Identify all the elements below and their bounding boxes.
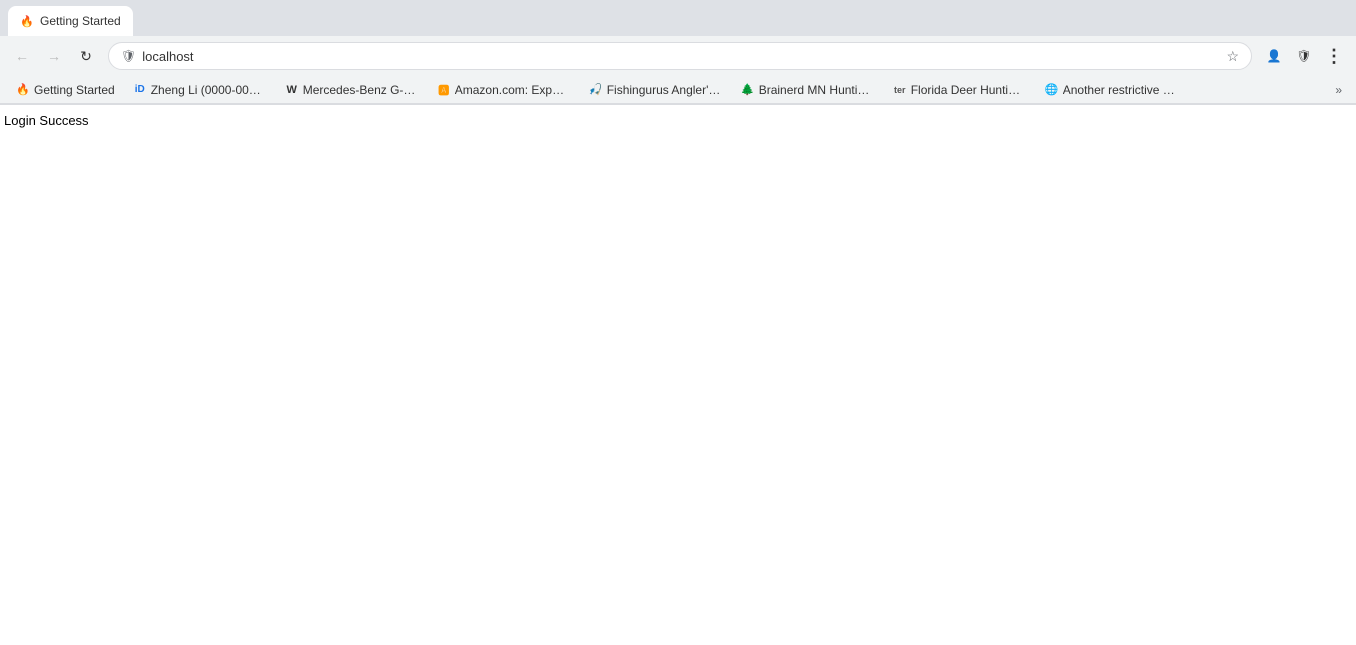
bookmark-label-1: Zheng Li (0000-0002-3... bbox=[151, 83, 267, 97]
menu-button[interactable]: ⋮ bbox=[1320, 42, 1348, 70]
address-bar[interactable]: 🛡 localhost ☆ bbox=[108, 42, 1252, 70]
page-content: Login Success bbox=[0, 105, 1356, 645]
address-text: localhost bbox=[142, 49, 1220, 64]
bookmark-florida-deer[interactable]: ter Florida Deer Hunting S... bbox=[885, 81, 1035, 99]
bookmark-another[interactable]: 🌐 Another restrictive dee... bbox=[1037, 81, 1187, 99]
tab-label: Getting Started bbox=[40, 14, 121, 28]
bookmark-fishingurus[interactable]: 🎣 Fishingurus Angler's l... bbox=[581, 81, 731, 99]
star-icon: ☆ bbox=[1226, 48, 1239, 65]
more-bookmarks-button[interactable]: » bbox=[1329, 81, 1348, 99]
toolbar-right: 👤 🛡 ⋮ bbox=[1260, 42, 1348, 70]
bookmark-amazon[interactable]: 🅰 Amazon.com: ExpertP... bbox=[429, 81, 579, 99]
extension-button[interactable]: 🛡 bbox=[1290, 42, 1318, 70]
active-tab[interactable]: 🔥 Getting Started bbox=[8, 6, 133, 36]
forward-button[interactable]: → bbox=[40, 42, 68, 70]
profile-button[interactable]: 👤 bbox=[1260, 42, 1288, 70]
bookmark-favicon-6: ter bbox=[893, 83, 907, 97]
bookmark-mercedes[interactable]: W Mercedes-Benz G-Clas... bbox=[277, 81, 427, 99]
bookmark-getting-started[interactable]: 🔥 Getting Started bbox=[8, 81, 123, 99]
bookmark-brainerd[interactable]: 🌲 Brainerd MN Hunting ... bbox=[733, 81, 883, 99]
reload-button[interactable]: ↻ bbox=[72, 42, 100, 70]
bookmark-label-0: Getting Started bbox=[34, 83, 115, 97]
back-button[interactable]: ← bbox=[8, 42, 36, 70]
bookmark-favicon-5: 🌲 bbox=[741, 83, 755, 97]
shield-icon: 🛡 bbox=[121, 49, 136, 63]
login-success-message: Login Success bbox=[4, 113, 89, 128]
tab-bar: 🔥 Getting Started bbox=[0, 0, 1356, 36]
toolbar: ← → ↻ 🛡 localhost ☆ 👤 🛡 ⋮ bbox=[0, 36, 1356, 76]
bookmark-label-3: Amazon.com: ExpertP... bbox=[455, 83, 571, 97]
bookmark-label-4: Fishingurus Angler's l... bbox=[607, 83, 723, 97]
bookmark-favicon-4: 🎣 bbox=[589, 83, 603, 97]
bookmark-label-2: Mercedes-Benz G-Clas... bbox=[303, 83, 419, 97]
bookmarks-bar: 🔥 Getting Started iD Zheng Li (0000-0002… bbox=[0, 76, 1356, 104]
bookmark-zheng-li[interactable]: iD Zheng Li (0000-0002-3... bbox=[125, 81, 275, 99]
bookmark-favicon-1: iD bbox=[133, 83, 147, 97]
bookmark-label-7: Another restrictive dee... bbox=[1063, 83, 1179, 97]
browser-chrome: 🔥 Getting Started ← → ↻ 🛡 localhost ☆ 👤 … bbox=[0, 0, 1356, 105]
bookmark-favicon-7: 🌐 bbox=[1045, 83, 1059, 97]
bookmark-favicon-0: 🔥 bbox=[16, 83, 30, 97]
tab-favicon: 🔥 bbox=[20, 14, 34, 28]
bookmark-label-6: Florida Deer Hunting S... bbox=[911, 83, 1027, 97]
bookmark-favicon-3: 🅰 bbox=[437, 83, 451, 97]
bookmark-label-5: Brainerd MN Hunting ... bbox=[759, 83, 875, 97]
bookmark-favicon-2: W bbox=[285, 83, 299, 97]
